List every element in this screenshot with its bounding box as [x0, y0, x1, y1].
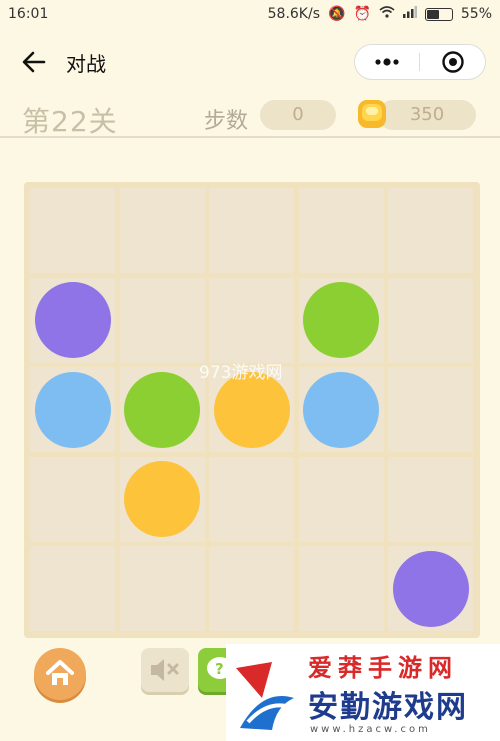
- board-cell[interactable]: [388, 188, 473, 273]
- signal-icon: [402, 6, 417, 22]
- steps-value: 0: [260, 100, 336, 130]
- piece-blue[interactable]: [303, 371, 379, 448]
- board-cell[interactable]: [209, 188, 294, 273]
- more-dots-icon[interactable]: [369, 51, 405, 73]
- watermark: 973游戏网: [199, 363, 283, 383]
- logo-url: www.hzacw.com: [310, 724, 431, 735]
- board-cell[interactable]: [209, 456, 294, 542]
- board-cell[interactable]: [30, 188, 115, 273]
- piece-green[interactable]: [303, 282, 379, 358]
- steps-label: 步数: [204, 109, 249, 134]
- board-cell[interactable]: [298, 546, 384, 631]
- piece-purple[interactable]: [34, 282, 111, 358]
- board-cell[interactable]: [209, 277, 294, 363]
- status-right: 58.6K/s 🔕 ⏰ 55%: [268, 6, 492, 22]
- board-cell[interactable]: [30, 456, 115, 542]
- board-cell[interactable]: [119, 277, 205, 363]
- status-bar: 16:01 58.6K/s 🔕 ⏰ 55%: [0, 0, 500, 30]
- network-speed: 58.6K/s: [267, 6, 320, 22]
- board-cell[interactable]: [30, 546, 115, 631]
- piece-green[interactable]: [124, 371, 200, 448]
- info-bar: 第22关 步数 0 350: [0, 96, 500, 138]
- arrow-left-icon[interactable]: [20, 48, 48, 76]
- battery-percent: 55%: [460, 6, 492, 22]
- logo-name: 安勤游戏网: [308, 690, 468, 725]
- level-label: 第22关: [22, 105, 118, 138]
- mute-status-icon: 🔕: [328, 6, 346, 22]
- board-cell[interactable]: [388, 456, 473, 542]
- mute-button[interactable]: [141, 648, 189, 692]
- board-cell[interactable]: [209, 546, 294, 631]
- capsule-divider: [419, 53, 420, 71]
- piece-purple[interactable]: [392, 550, 469, 627]
- logo-mark-icon: [236, 662, 294, 730]
- piece-blue[interactable]: [34, 371, 111, 448]
- menu-capsule: [354, 44, 486, 80]
- alarm-icon: ⏰: [353, 6, 371, 22]
- home-button[interactable]: [34, 648, 86, 700]
- speaker-mute-icon: [151, 659, 179, 681]
- board-cell[interactable]: [388, 367, 473, 452]
- board-cell[interactable]: [388, 277, 473, 363]
- piece-yellow[interactable]: [124, 461, 200, 537]
- board-cell[interactable]: [298, 456, 384, 542]
- board-cell[interactable]: [119, 188, 205, 273]
- coin-icon: [358, 100, 386, 128]
- nav-bar: 对战: [0, 30, 500, 94]
- home-icon: [46, 660, 74, 685]
- board-cell[interactable]: [119, 546, 205, 631]
- header-separator: [0, 136, 500, 138]
- status-time: 16:01: [8, 6, 49, 22]
- site-logo: 爱莽手游网 安勤游戏网 www.hzacw.com: [226, 644, 500, 741]
- page-title: 对战: [66, 52, 106, 76]
- board-cell[interactable]: [298, 188, 384, 273]
- svg-text:?: ?: [215, 660, 224, 678]
- game-board: [24, 182, 480, 638]
- wifi-icon: [379, 6, 395, 22]
- logo-top-text: 爱莽手游网: [308, 654, 458, 682]
- target-close-icon[interactable]: [441, 50, 465, 74]
- battery-icon: [424, 7, 453, 21]
- coins-value: 350: [378, 100, 476, 130]
